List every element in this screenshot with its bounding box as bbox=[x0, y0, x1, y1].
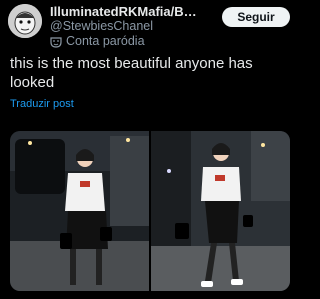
author-info: IlluminatedRKMafia/Ba... @StewbiesChanel… bbox=[50, 4, 200, 49]
display-name[interactable]: IlluminatedRKMafia/Ba... bbox=[50, 4, 200, 19]
media-grid bbox=[10, 131, 290, 291]
parody-label-row: Conta paródia bbox=[50, 34, 200, 49]
tweet-header: IlluminatedRKMafia/Ba... @StewbiesChanel… bbox=[8, 4, 292, 48]
mask-icon bbox=[50, 36, 62, 48]
avatar[interactable] bbox=[8, 4, 42, 38]
translate-post-link[interactable]: Traduzir post bbox=[10, 98, 74, 110]
user-handle[interactable]: @StewbiesChanel bbox=[50, 19, 200, 34]
photo-2[interactable] bbox=[151, 131, 290, 291]
parody-label: Conta paródia bbox=[66, 34, 145, 48]
photo-1[interactable] bbox=[10, 131, 149, 291]
follow-button[interactable]: Seguir bbox=[222, 7, 290, 27]
tweet-text: this is the most beautiful anyone has lo… bbox=[10, 55, 253, 91]
cartoon-avatar-icon bbox=[8, 4, 42, 38]
